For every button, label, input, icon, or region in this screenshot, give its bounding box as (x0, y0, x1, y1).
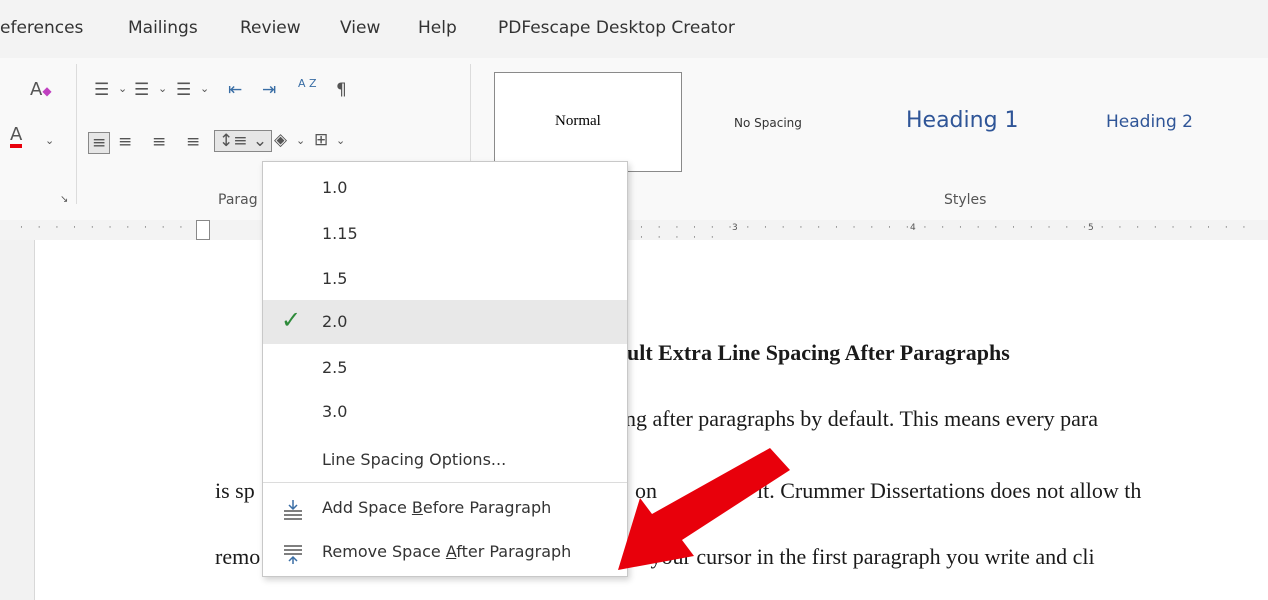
chevron-down-icon[interactable]: ⌄ (200, 82, 209, 95)
menu-item-1-0[interactable]: 1.0 (263, 166, 627, 210)
horizontal-ruler[interactable]: · · · · · · · · · · · · · · · · · · · · … (0, 220, 1268, 243)
ribbon: A◆ A ⌄ ↘ ☰ ⌄ ☰ ⌄ ☰ ⌄ ⇤ ⇥ A Z ¶ ≡ ≡ ≡ ≡ ↕… (0, 58, 1268, 221)
remove-space-after-item[interactable]: Remove Space After Paragraph (263, 530, 627, 574)
chevron-down-icon[interactable]: ⌄ (45, 134, 54, 147)
style-heading-2-label: Heading 2 (1106, 112, 1193, 132)
align-right-icon[interactable]: ≡ (152, 132, 166, 152)
add-space-before-item[interactable]: Add Space Before Paragraph (263, 486, 627, 530)
menu-item-label: 1.0 (322, 178, 348, 197)
menu-item-label: 1.5 (322, 269, 348, 288)
style-no-spacing-label: No Spacing (734, 116, 802, 130)
font-dialog-launcher-icon[interactable]: ↘ (60, 190, 68, 210)
shading-icon[interactable]: ◈ (274, 130, 287, 150)
menu-item-3-0[interactable]: 3.0 (263, 390, 627, 434)
tab-mailings[interactable]: Mailings (128, 18, 198, 38)
ruler-ticks: · · · · · · · · · · · (20, 223, 207, 233)
add-space-before-icon (284, 500, 302, 520)
menu-item-label: Add Space Before Paragraph (322, 498, 552, 517)
menu-item-label: 1.15 (322, 224, 358, 243)
decrease-indent-icon[interactable]: ⇤ (228, 80, 242, 100)
menu-item-2-5[interactable]: 2.5 (263, 346, 627, 390)
line-spacing-menu: 1.0 1.15 1.5 ✓ 2.0 2.5 3.0 Line Spacing … (262, 161, 628, 577)
multilevel-list-icon[interactable]: ☰ (176, 80, 191, 100)
ribbon-tab-bar: eferences Mailings Review View Help PDFe… (0, 0, 1268, 58)
menu-item-1-15[interactable]: 1.15 (263, 212, 627, 256)
style-heading-2[interactable]: Heading 2 (1090, 72, 1268, 170)
align-center-icon[interactable]: ≡ (118, 132, 132, 152)
checkmark-icon: ✓ (281, 306, 302, 334)
menu-item-2-0[interactable]: ✓ 2.0 (263, 300, 627, 344)
tab-review[interactable]: Review (240, 18, 301, 38)
indent-marker[interactable] (196, 220, 210, 240)
increase-indent-icon[interactable]: ⇥ (262, 80, 276, 100)
chevron-down-icon[interactable]: ⌄ (158, 82, 167, 95)
chevron-down-icon[interactable]: ⌄ (118, 82, 127, 95)
tab-pdfescape[interactable]: PDFescape Desktop Creator (498, 18, 735, 38)
chevron-down-icon[interactable]: ⌄ (296, 134, 305, 147)
font-color-icon[interactable]: A (10, 126, 23, 148)
ruler-mark-3: 3 (732, 223, 738, 233)
menu-item-label: Line Spacing Options... (322, 450, 507, 469)
clear-formatting-icon[interactable]: A◆ (30, 80, 52, 101)
doc-line-2-right: it. Crummer Dissertations does not allow… (757, 478, 1142, 503)
pilcrow-icon[interactable]: ¶ (336, 80, 347, 100)
line-spacing-options-item[interactable]: Line Spacing Options... (263, 438, 627, 482)
paragraph-group-label: Parag (218, 192, 258, 208)
style-no-spacing[interactable]: No Spacing (692, 72, 860, 170)
styles-group-label: Styles (944, 192, 987, 208)
menu-item-label: Remove Space After Paragraph (322, 542, 572, 561)
style-normal-label: Normal (555, 113, 601, 129)
red-arrow-annotation (618, 448, 790, 570)
doc-heading: ult Extra Line Spacing After Paragraphs (627, 340, 1010, 365)
justify-icon[interactable]: ≡ (186, 132, 200, 152)
menu-item-1-5[interactable]: 1.5 (263, 257, 627, 301)
menu-separator (263, 482, 627, 483)
doc-line-2-left: is sp (215, 478, 255, 503)
bullets-icon[interactable]: ☰ (94, 80, 109, 100)
ruler-mark-4: 4 (910, 223, 916, 233)
style-normal[interactable]: Normal (494, 72, 682, 172)
menu-item-label: 2.5 (322, 358, 348, 377)
menu-item-label: 3.0 (322, 402, 348, 421)
ruler-mark-5: 5 (1088, 223, 1094, 233)
style-heading-1[interactable]: Heading 1 (890, 72, 1070, 170)
menu-item-label: 2.0 (322, 312, 348, 331)
group-divider (76, 64, 77, 204)
numbering-icon[interactable]: ☰ (134, 80, 149, 100)
borders-icon[interactable]: ⊞ (314, 130, 328, 150)
line-spacing-icon[interactable]: ↕≡ ⌄ (214, 130, 273, 152)
sort-label: A Z (298, 77, 317, 90)
doc-line-3-left: remo (215, 544, 261, 569)
doc-line-1: ng after paragraphs by default. This mea… (625, 406, 1099, 431)
tab-help[interactable]: Help (418, 18, 457, 38)
tab-references[interactable]: eferences (0, 18, 83, 38)
pilcrow-glyph: ¶ (336, 80, 347, 100)
style-heading-1-label: Heading 1 (906, 108, 1019, 133)
align-left-icon[interactable]: ≡ (88, 132, 111, 154)
tab-view[interactable]: View (340, 18, 380, 38)
remove-space-after-icon (284, 545, 302, 564)
sort-icon[interactable]: A Z (298, 78, 317, 89)
chevron-down-icon[interactable]: ⌄ (336, 134, 345, 147)
